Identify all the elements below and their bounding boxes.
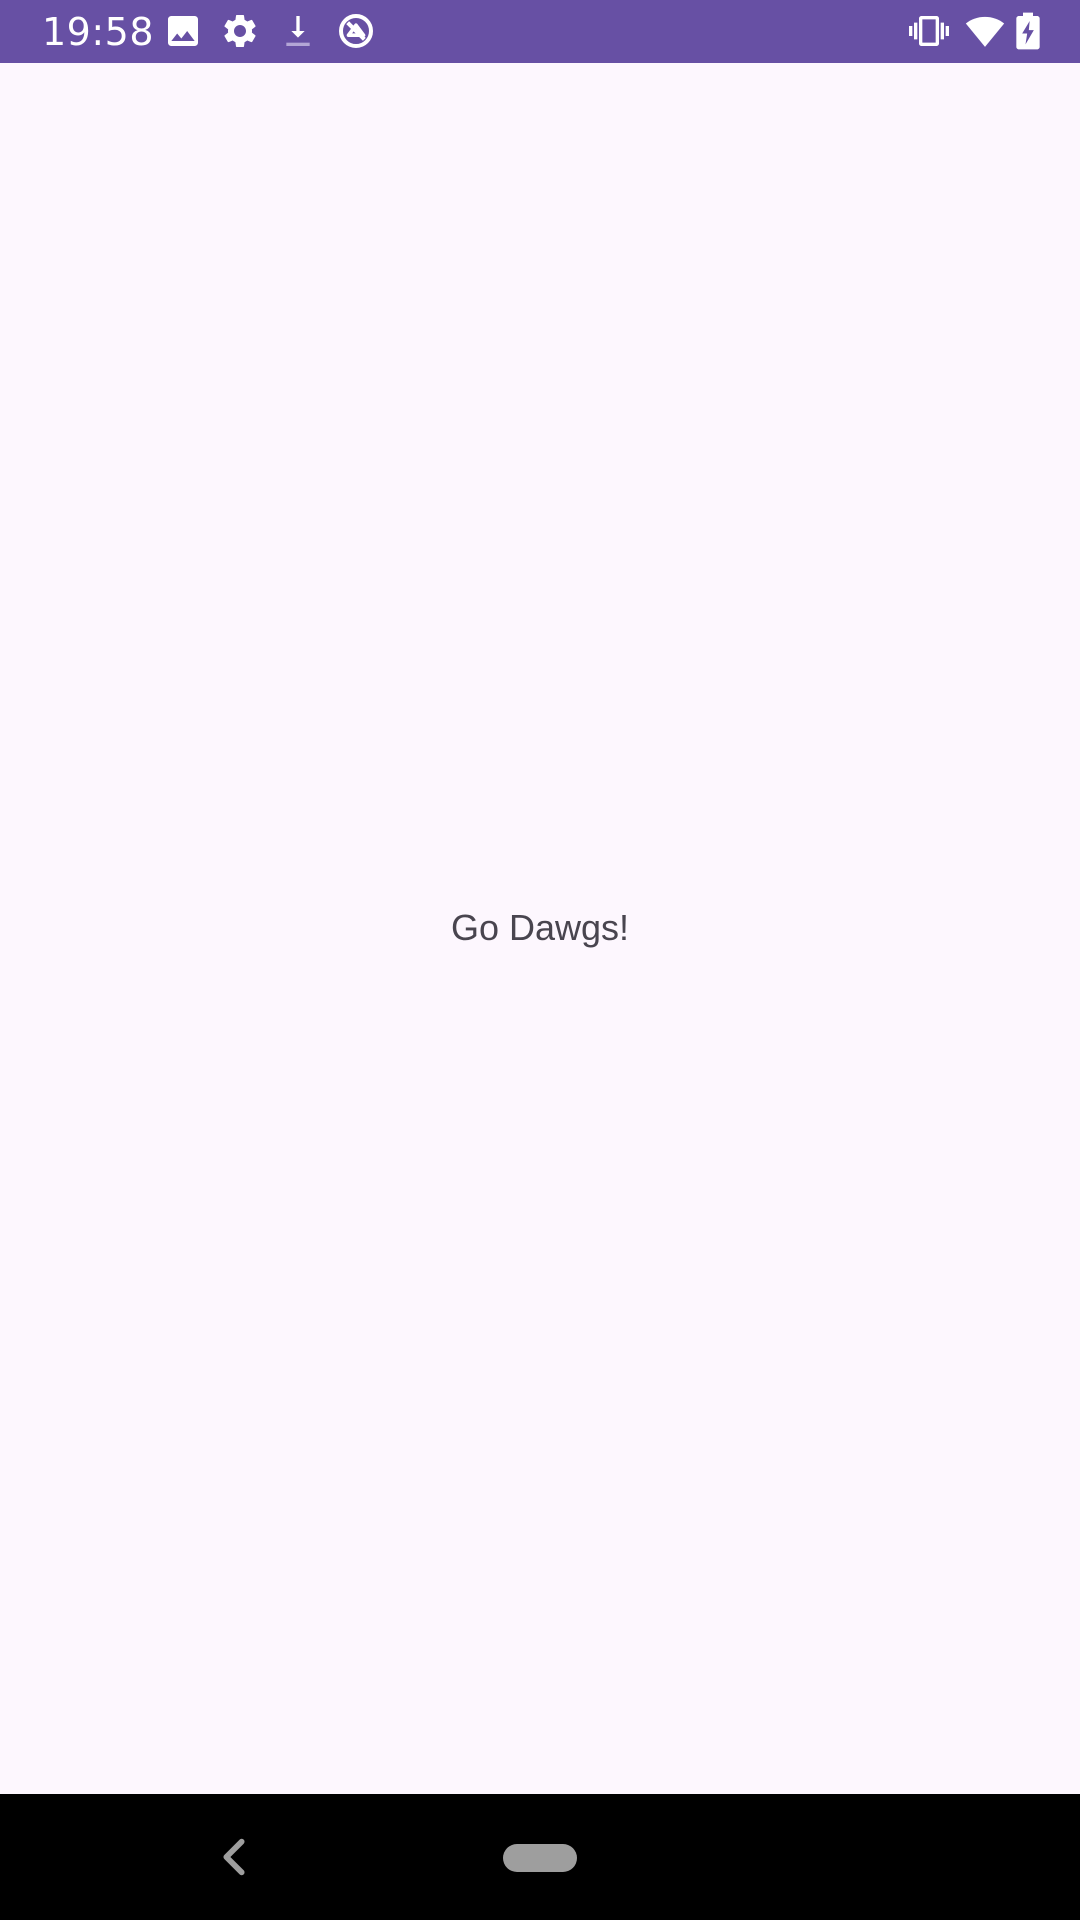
- status-time: 19:58: [42, 10, 155, 54]
- vibrate-icon: [909, 11, 949, 51]
- status-bar: 19:58: [0, 0, 1080, 63]
- home-pill[interactable]: [503, 1844, 577, 1872]
- navigation-bar: [0, 1794, 1080, 1920]
- greeting-text: Go Dawgs!: [450, 907, 630, 948]
- back-icon[interactable]: [214, 1834, 254, 1880]
- battery-charging-icon: [1012, 11, 1044, 51]
- wifi-icon: [965, 11, 1005, 51]
- gallery-icon: [163, 11, 203, 51]
- download-icon: [278, 11, 318, 51]
- main-content: Go Dawgs!: [0, 63, 1080, 1794]
- accessibility-icon: [336, 11, 376, 51]
- settings-icon: [220, 11, 260, 51]
- app-screen: 19:58 Go Dawgs!: [0, 0, 1080, 1920]
